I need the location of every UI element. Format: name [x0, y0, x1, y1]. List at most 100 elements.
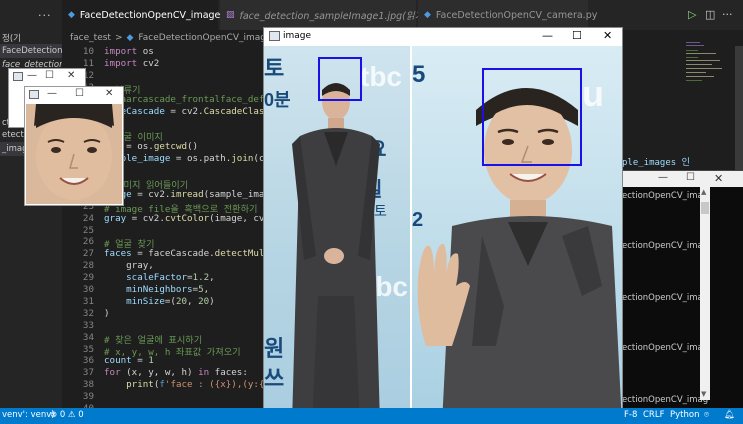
console-output: ectionOpenCV_imag ectionOpenCV_imag ecti… — [622, 187, 743, 409]
run-icon[interactable]: ▷ — [688, 8, 696, 21]
tab-sample-image[interactable]: ▨ face_detection_sampleImage1.jpg(읽기 전용) — [220, 0, 448, 30]
window-titlebar: — ☐ ✕ — [9, 69, 85, 85]
console-line: ectionOpenCV_imag — [622, 343, 709, 353]
line-number: 31 — [82, 295, 94, 307]
minimize-icon[interactable]: — — [47, 88, 57, 99]
tab-label: face_detection_sampleImage1.jpg(읽기 전용) — [239, 11, 448, 22]
split-editor-icon[interactable]: ◫ — [705, 8, 715, 21]
line-number: 33 — [82, 319, 94, 331]
line-number: 29 — [82, 272, 94, 284]
svg-text:토: 토 — [374, 203, 387, 219]
maximize-icon[interactable]: ☐ — [75, 88, 84, 99]
tab-label: FaceDetectionOpenCV_image.py — [79, 9, 236, 21]
code-line[interactable]: count = 1 — [104, 355, 154, 366]
console-window: — ☐ ✕ ectionOpenCV_imag ectionOpenCV_ima… — [622, 170, 743, 409]
console-titlebar: — ☐ ✕ — [622, 171, 743, 187]
close-icon[interactable]: ✕ — [714, 172, 723, 185]
window-app-icon — [269, 31, 280, 41]
notifications-icon[interactable]: 🔔︎ — [724, 410, 735, 420]
window-titlebar: image — ☐ ✕ — [264, 28, 622, 46]
window-titlebar: — ☐ ✕ — [25, 87, 123, 103]
opencv-image-window: image — ☐ ✕ 토 0분 tbc 요 일 토 tbc 원 쓰 1쉬일 밤… — [263, 27, 623, 424]
eol-status[interactable]: CRLF — [643, 410, 664, 420]
tab-facedetection-image[interactable]: ◆ FaceDetectionOpenCV_image.py × — [62, 0, 251, 30]
close-icon[interactable]: ✕ — [603, 29, 612, 42]
code-snippet-fragment: ple_images 인 — [622, 158, 690, 168]
console-line: ectionOpenCV_imag — [622, 241, 709, 251]
minimize-icon[interactable]: — — [27, 70, 37, 81]
line-number: 37 — [82, 367, 94, 379]
window-app-icon — [29, 90, 39, 99]
line-number: 39 — [82, 391, 94, 403]
line-number: 36 — [82, 355, 94, 367]
code-line[interactable]: import os — [104, 46, 154, 57]
svg-text:원: 원 — [264, 336, 284, 361]
tab-label: FaceDetectionOpenCV_camera.py — [435, 9, 598, 21]
window-app-icon — [13, 72, 23, 81]
svg-text:5: 5 — [412, 61, 425, 88]
line-number: 27 — [82, 248, 94, 260]
more-actions-icon[interactable]: ··· — [722, 8, 733, 21]
tab-facedetection-camera[interactable]: ◆ FaceDetectionOpenCV_camera.py — [418, 0, 597, 30]
code-line[interactable]: gray = cv2.cvtColor(image, cv2.C — [104, 213, 281, 224]
maximize-icon[interactable]: ☐ — [45, 70, 54, 81]
line-number: 24 — [82, 212, 94, 224]
detection-result-image: 토 0분 tbc 요 일 토 tbc 원 쓰 1쉬일 밤 50분 — [264, 46, 622, 424]
maximize-icon[interactable]: ☐ — [572, 29, 582, 42]
maximize-icon[interactable]: ☐ — [686, 172, 695, 183]
problems-status[interactable]: ⊗ 0 ⚠ 0 — [50, 410, 84, 420]
minimap[interactable] — [684, 38, 734, 98]
close-icon[interactable]: ✕ — [105, 88, 113, 99]
code-line[interactable]: print(f'face : ({x}),(y:{y} — [104, 379, 275, 390]
svg-text:토: 토 — [264, 56, 284, 81]
line-number: 26 — [82, 236, 94, 248]
code-line[interactable]: import cv2 — [104, 58, 159, 69]
code-line[interactable]: minNeighbors=5, — [104, 284, 209, 295]
code-line[interactable]: sample_image = os.path.join(cwd, — [104, 153, 287, 164]
explorer-header: ··· — [0, 0, 62, 30]
opencv-window-face: — ☐ ✕ — [24, 86, 124, 206]
code-line[interactable]: image = cv2.imread(sample_image) — [104, 189, 281, 200]
tab-bar: ··· ◆ FaceDetectionOpenCV_image.py × ▨ f… — [0, 0, 743, 30]
minimize-icon[interactable]: — — [658, 172, 668, 183]
code-line[interactable]: gray, — [104, 260, 154, 271]
python-file-icon: ◆ — [424, 10, 431, 20]
editor-scrollbar[interactable] — [735, 46, 743, 176]
cropped-face-image — [26, 104, 122, 204]
close-icon[interactable]: ✕ — [67, 70, 75, 81]
face-bounding-box — [318, 57, 362, 101]
encoding-status[interactable]: F-8 — [624, 410, 637, 420]
console-scrollbar[interactable]: ▲ ▼ — [700, 186, 710, 400]
image-file-icon: ▨ — [226, 10, 235, 20]
line-number: 25 — [82, 224, 94, 236]
minimize-icon[interactable]: — — [542, 29, 553, 42]
breadcrumb-folder[interactable]: face_test — [70, 33, 111, 43]
explorer-item[interactable]: FaceDetectionO... — [0, 44, 62, 58]
photo-right-panel: 5 u 2 — [412, 46, 622, 424]
more-actions-icon[interactable]: ··· — [38, 9, 52, 22]
line-number: 38 — [82, 379, 94, 391]
language-status[interactable]: Python — [670, 410, 699, 420]
svg-text:u: u — [582, 73, 604, 114]
line-number: 28 — [82, 260, 94, 272]
code-line[interactable]: faces = faceCascade.detectMultiS — [104, 248, 281, 259]
svg-text:0분: 0분 — [264, 90, 291, 110]
code-line[interactable]: # haarcascade_frontalface_default — [104, 94, 287, 105]
line-number: 32 — [82, 307, 94, 319]
window-title: image — [283, 31, 312, 41]
python-file-icon: ◆ — [126, 33, 134, 43]
photo-left-panel: 토 0분 tbc 요 일 토 tbc 원 쓰 1쉬일 밤 50분 — [264, 46, 410, 424]
code-line[interactable]: scaleFactor=1.2, — [104, 272, 215, 283]
code-line[interactable]: minSize=(20, 20) — [104, 296, 215, 307]
code-line[interactable]: ) — [104, 308, 110, 319]
svg-text:2: 2 — [412, 209, 423, 231]
console-line: ectionOpenCV_imag — [622, 191, 709, 201]
scrollbar-thumb[interactable] — [701, 202, 709, 214]
python-env-status[interactable]: venv': venv) — [2, 410, 55, 420]
feedback-icon[interactable]: ⌾ — [704, 410, 709, 420]
line-number: 10 — [82, 46, 94, 57]
code-line[interactable]: for (x, y, w, h) in faces: — [104, 367, 248, 378]
face-bounding-box — [482, 68, 582, 166]
svg-text:tbc: tbc — [360, 61, 402, 92]
python-file-icon: ◆ — [68, 10, 75, 20]
